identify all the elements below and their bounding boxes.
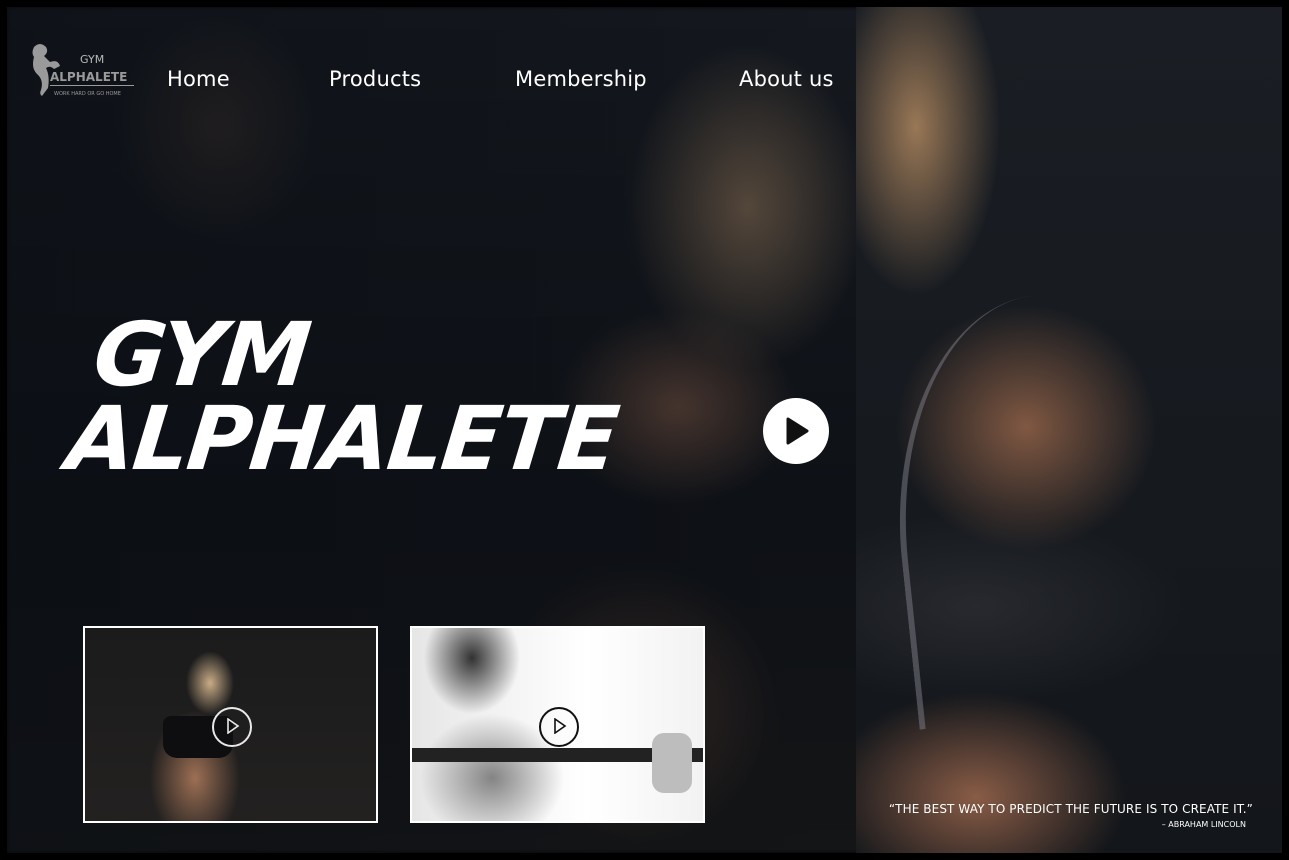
bodybuilder-icon: GYM ALPHALETE WORK HARD OR GO HOME [32,44,134,97]
hero-play-button[interactable] [763,398,829,464]
nav-products[interactable]: Products [329,67,421,91]
hero-title-line1: GYM [89,303,314,406]
svg-text:GYM: GYM [80,53,104,66]
svg-text:WORK HARD OR GO HOME: WORK HARD OR GO HOME [54,91,121,97]
video-thumbnail-2[interactable] [410,626,705,823]
hero-title: GYM ALPHALETE [62,303,629,490]
quote-text: “THE BEST WAY TO PREDICT THE FUTURE IS T… [888,802,1253,816]
page-frame: GYM ALPHALETE WORK HARD OR GO HOME Home … [0,0,1289,860]
brand-logo[interactable]: GYM ALPHALETE WORK HARD OR GO HOME [24,39,134,101]
video-thumbnail-1[interactable] [83,626,378,823]
nav-home[interactable]: Home [167,67,230,91]
nav-about-us[interactable]: About us [739,67,834,91]
svg-text:ALPHALETE: ALPHALETE [50,70,127,84]
thumbnail-play-button[interactable] [539,707,579,747]
play-icon [227,718,240,734]
thumbnail-play-button[interactable] [212,707,252,747]
play-icon [786,417,809,445]
nav-membership[interactable]: Membership [515,67,647,91]
quote-author: – ABRAHAM LINCOLN [1161,820,1246,829]
hero-title-line2: ALPHALETE [62,387,622,490]
play-icon [554,718,567,734]
quote-block: “THE BEST WAY TO PREDICT THE FUTURE IS T… [889,802,1253,829]
